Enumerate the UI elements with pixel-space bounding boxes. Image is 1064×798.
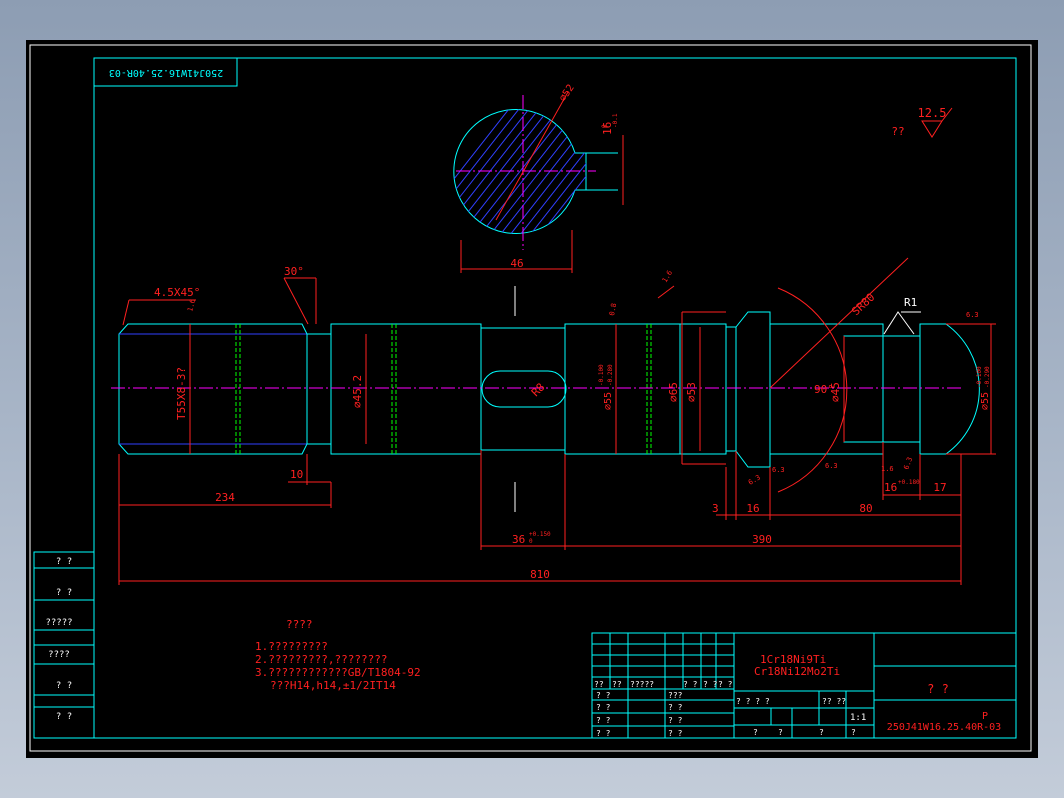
len-810-label: 810: [530, 568, 550, 581]
scale-label: 1:1: [850, 713, 866, 723]
note-line-4: ???H14,h14,±1/2IT14: [270, 679, 396, 692]
section-diameter-label: ⌀52: [557, 83, 576, 104]
svg-text:6.3: 6.3: [902, 456, 914, 471]
general-roughness-value: 12.5: [918, 106, 947, 120]
svg-text:? ?: ? ?: [596, 729, 611, 738]
svg-text:?: ?: [753, 728, 758, 737]
svg-text:? ?: ? ?: [596, 703, 611, 712]
svg-text:-0.290: -0.290: [984, 366, 991, 388]
slot-r-label: R8: [529, 381, 548, 400]
len-3-label: 3: [712, 502, 719, 515]
dia-55-a-label: ⌀55: [603, 392, 614, 410]
svg-text:0: 0: [601, 124, 608, 128]
dia-65-label: ⌀65: [667, 382, 680, 402]
len-16-label: 16: [746, 502, 759, 515]
svg-text:?: ?: [819, 728, 824, 737]
spherical-end: [919, 323, 980, 455]
svg-text:6.3: 6.3: [772, 466, 785, 474]
keyway-slot: [481, 370, 567, 408]
cad-drawing: 250J41W16.25.40R-03 12.5 ?? ⌀52 16 0 -0.…: [29, 44, 1032, 752]
chamfer-label: 4.5X45°: [154, 286, 200, 299]
inner-frame: [93, 57, 1017, 739]
strip-cell-4: ????: [48, 650, 70, 660]
strip-cell-1: ? ?: [56, 557, 72, 567]
svg-text:+0.150: +0.150: [529, 531, 551, 538]
dia-45-label: ⌀45: [829, 382, 842, 402]
tb-mid-row-1: ???: [668, 691, 683, 700]
strip-cell-5: ? ?: [56, 681, 72, 691]
notes-title: ????: [286, 618, 313, 631]
strip-cell-6: ? ?: [56, 712, 72, 722]
len-390-label: 390: [752, 533, 772, 546]
left-strip: ? ? ? ? ????? ???? ? ? ? ?: [33, 551, 95, 739]
svg-text:6.3: 6.3: [966, 311, 979, 319]
len-17-label: 17: [933, 481, 946, 494]
tb-left-row-1: ? ?: [596, 691, 611, 700]
drawing-number: 250J41W16.25.40R-03: [887, 722, 1001, 733]
title-block: ?? ?? ????? ? ? ? ? ? ? ? ? ? ? ? ? ? ? …: [591, 632, 1017, 739]
undercut: [306, 333, 332, 445]
angle-30-label: 30°: [284, 265, 304, 278]
thread-section: [118, 323, 308, 455]
part-name: ? ?: [927, 682, 949, 696]
tb-info-2: ?? ??: [822, 697, 846, 706]
sr80-label: SR80: [849, 291, 877, 319]
tb-info-1: ? ? ? ?: [736, 697, 770, 706]
drawing-letter: P: [982, 711, 988, 722]
svg-text:1.6: 1.6: [661, 269, 674, 284]
svg-text:? ?: ? ?: [668, 729, 683, 738]
rotated-drawing-number: 250J41W16.25.40R-03: [109, 67, 223, 78]
svg-text:? ?: ? ?: [668, 703, 683, 712]
svg-text:0.8: 0.8: [608, 302, 618, 316]
svg-text:0: 0: [529, 538, 533, 545]
svg-text:6.3: 6.3: [747, 473, 762, 486]
tb-row-main-1: ??: [594, 680, 604, 689]
svg-text:6.3: 6.3: [825, 462, 838, 470]
strip-cell-2: ? ?: [56, 588, 72, 598]
material-2: Cr18Ni12Mo2Ti: [754, 665, 840, 678]
len-234-label: 234: [215, 491, 235, 504]
drawing-sheet: 250J41W16.25.40R-03 12.5 ?? ⌀52 16 0 -0.…: [26, 40, 1038, 758]
svg-text:-0.100: -0.100: [976, 366, 983, 388]
section-hatch: [453, 109, 586, 234]
svg-text:??: ??: [612, 680, 622, 689]
dia-55-b-label: ⌀55: [980, 392, 991, 410]
shaft-view: [111, 286, 980, 512]
section-width-label: 46: [510, 257, 523, 270]
dia-45-2-label: ⌀45.2: [351, 375, 364, 408]
svg-text:? ?: ? ?: [668, 716, 683, 725]
svg-text:-0.280: -0.280: [607, 364, 614, 386]
svg-text:? ?: ? ?: [683, 680, 698, 689]
collar: [735, 311, 771, 468]
note-line-2: 2.?????????,????????: [255, 653, 387, 666]
dia-53-label: ⌀53: [685, 382, 698, 402]
svg-text:?????: ?????: [630, 680, 654, 689]
svg-text:? ?: ? ?: [718, 680, 733, 689]
svg-text:-0.100: -0.100: [598, 364, 605, 386]
len-10-label: 10: [290, 468, 303, 481]
section-view: ⌀52 16 0 -0.1 46: [453, 83, 624, 273]
svg-text:? ?: ? ?: [703, 680, 718, 689]
svg-text:?: ?: [851, 728, 856, 737]
technical-notes: ???? 1.????????? 2.?????????,???????? 3.…: [255, 618, 421, 692]
len-80-label: 80: [859, 502, 872, 515]
len-16b-label: 16: [884, 481, 897, 494]
thread-label: T55X8-3?: [175, 367, 188, 420]
note-line-3: 3.????????????GB/T1804-92: [255, 666, 421, 679]
note-line-1: 1.?????????: [255, 640, 328, 653]
svg-text:-0.1: -0.1: [612, 113, 619, 128]
r1-label: R1: [904, 296, 917, 309]
svg-text:+0.180: +0.180: [898, 479, 920, 486]
len-36-label: 36: [512, 533, 525, 546]
svg-text:? ?: ? ?: [596, 716, 611, 725]
shaft-dimensions: 4.5X45° 1.6 30° T55X8-3? ⌀45.2 10 234 R8…: [118, 257, 996, 585]
svg-text:?: ?: [778, 728, 783, 737]
roughness-note: ??: [891, 125, 904, 138]
strip-cell-3: ?????: [45, 618, 72, 628]
